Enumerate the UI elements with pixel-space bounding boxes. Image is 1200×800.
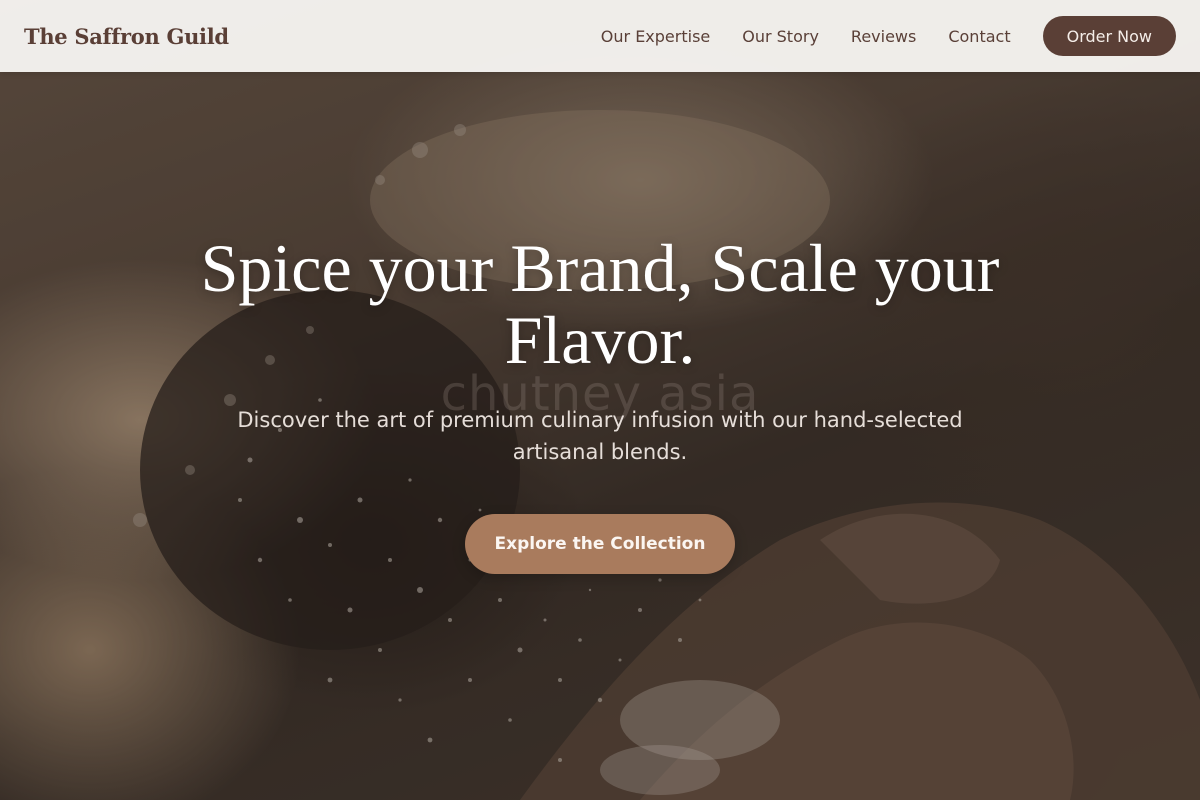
nav-links: Our Expertise Our Story Reviews Contact … [569,16,1176,56]
explore-collection-button[interactable]: Explore the Collection [465,514,735,574]
nav-link-our-expertise[interactable]: Our Expertise [601,27,710,46]
landing-page: chutney asia The Saffron Guild Our Exper… [0,0,1200,800]
nav-link-reviews[interactable]: Reviews [851,27,916,46]
hero-subtitle: Discover the art of premium culinary inf… [237,408,963,464]
brand-logo[interactable]: The Saffron Guild [24,24,229,49]
hero-section: Spice your Brand, Scale your Flavor. Dis… [0,232,1200,574]
hero-title: Spice your Brand, Scale your Flavor. [200,230,1000,378]
top-navbar: The Saffron Guild Our Expertise Our Stor… [0,0,1200,72]
nav-link-our-story[interactable]: Our Story [742,27,819,46]
order-now-button[interactable]: Order Now [1042,16,1176,56]
nav-link-contact[interactable]: Contact [948,27,1010,46]
